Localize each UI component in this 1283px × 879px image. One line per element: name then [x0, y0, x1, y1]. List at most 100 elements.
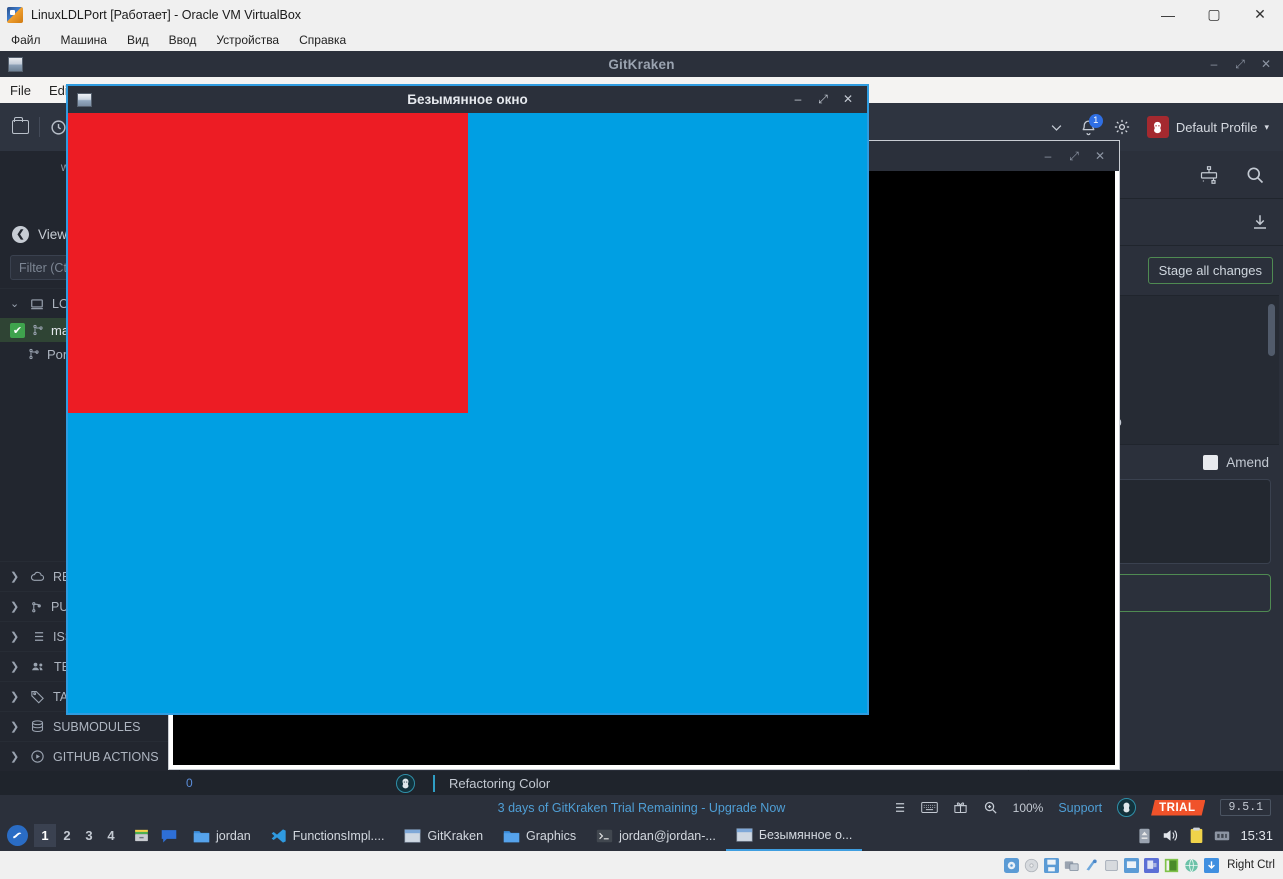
canvas-rectangle — [68, 113, 468, 413]
current-branch-label: Refactoring Color — [449, 775, 551, 791]
trial-badge[interactable]: TRIAL — [1151, 799, 1206, 816]
usb-icon[interactable] — [1143, 857, 1160, 874]
eject-icon[interactable] — [1137, 828, 1152, 844]
terminal-minimize-button[interactable]: – — [1041, 149, 1055, 163]
window-icon — [404, 828, 422, 843]
untitled-titlebar[interactable]: Безымянное окно – ⤢ ✕ — [68, 86, 867, 113]
cd-icon[interactable] — [1023, 857, 1040, 874]
mouse-icon[interactable] — [1163, 857, 1180, 874]
untitled-close-button[interactable]: ✕ — [841, 92, 855, 107]
search-icon[interactable] — [1245, 165, 1265, 185]
gift-icon[interactable] — [953, 800, 968, 815]
chevron-right-icon: ❯ — [10, 571, 20, 583]
virtualbox-titlebar: LinuxLDLPort [Работает] - Oracle VM Virt… — [0, 0, 1283, 29]
messenger-icon[interactable] — [160, 828, 178, 844]
vbox-menu-machine[interactable]: Машина — [58, 32, 110, 48]
gitkraken-titlebar: GitKraken – ⤢ ✕ — [0, 51, 1283, 77]
trial-message[interactable]: 3 days of GitKraken Trial Remaining - Up… — [498, 801, 786, 815]
layout-icon[interactable] — [1197, 164, 1221, 186]
toolbar-divider — [39, 117, 40, 137]
recording-icon[interactable] — [1103, 857, 1120, 874]
vbox-menu-view[interactable]: Вид — [124, 32, 152, 48]
gitkraken-maximize-button[interactable]: ⤢ — [1233, 57, 1247, 72]
chevron-right-icon: ❯ — [10, 601, 20, 613]
chevron-right-icon: ❯ — [10, 661, 20, 673]
untitled-window[interactable]: Безымянное окно – ⤢ ✕ — [66, 84, 869, 715]
gitkraken-menu-file[interactable]: File — [10, 83, 31, 98]
vbox-menu-help[interactable]: Справка — [296, 32, 349, 48]
avatar — [1146, 116, 1169, 138]
view-label: View — [38, 226, 68, 242]
workspace-2[interactable]: 2 — [56, 824, 78, 847]
taskbar-item-untitled[interactable]: Безымянное о... — [725, 820, 863, 851]
sidebar-section-github-actions[interactable]: ❯ GITHUB ACTIONS — [0, 741, 179, 771]
amend-checkbox[interactable] — [1203, 454, 1219, 470]
back-icon[interactable]: ❮ — [12, 225, 29, 243]
statusbar-top: 0 Refactoring Color — [0, 771, 1283, 795]
cloud-icon — [30, 569, 45, 584]
keyboard-icon[interactable] — [920, 801, 938, 814]
folder-icon[interactable] — [12, 117, 29, 134]
kraken-icon — [396, 773, 415, 793]
terminal-close-button[interactable]: ✕ — [1093, 149, 1107, 163]
taskbar-item-graphics[interactable]: Graphics — [493, 820, 586, 851]
floppy-icon[interactable] — [1043, 857, 1060, 874]
virtualbox-close-button[interactable]: ✕ — [1237, 0, 1283, 29]
untitled-maximize-button[interactable]: ⤢ — [816, 92, 830, 107]
globe-icon[interactable] — [1183, 857, 1200, 874]
clipboard-icon[interactable] — [1189, 827, 1204, 844]
bell-icon[interactable]: 1 — [1080, 113, 1103, 136]
support-link[interactable]: Support — [1058, 801, 1102, 815]
download-icon[interactable] — [1251, 213, 1269, 231]
vbox-menu-input[interactable]: Ввод — [166, 32, 200, 48]
gitkraken-close-button[interactable]: ✕ — [1259, 57, 1273, 72]
checkbox-checked-icon[interactable]: ✔ — [10, 322, 25, 338]
hdd-icon[interactable] — [1003, 857, 1020, 874]
profile-label: Default Profile — [1175, 119, 1258, 135]
folder-icon — [503, 829, 520, 843]
shared-folder-icon[interactable] — [1063, 857, 1080, 874]
display-icon[interactable] — [1083, 857, 1100, 874]
taskbar-item-terminal[interactable]: jordan@jordan-... — [586, 820, 726, 851]
profile-menu[interactable]: Default Profile ▾ — [1146, 116, 1269, 138]
zoom-level-label: 100% — [1012, 800, 1044, 815]
list-icon — [30, 629, 45, 644]
vbox-menu-file[interactable]: Файл — [8, 32, 44, 48]
taskbar-item-functionsimpl[interactable]: FunctionsImpl.... — [261, 820, 395, 851]
gear-icon[interactable] — [1113, 118, 1131, 136]
untitled-minimize-button[interactable]: – — [791, 92, 805, 107]
workspace-1[interactable]: 1 — [34, 824, 56, 847]
chevron-down-icon[interactable] — [1049, 120, 1064, 135]
statusbar-bottom: 3 days of GitKraken Trial Remaining - Up… — [0, 795, 1283, 820]
volume-icon[interactable] — [1162, 828, 1179, 843]
branch-label: Por — [47, 346, 68, 362]
archive-icon[interactable] — [133, 827, 150, 844]
network-icon[interactable] — [1214, 828, 1230, 843]
virtualbox-icon — [7, 6, 23, 23]
down-arrow-icon[interactable] — [1203, 857, 1220, 874]
workspace-4[interactable]: 4 — [100, 824, 122, 847]
screen-icon[interactable] — [1123, 857, 1140, 874]
history-icon[interactable] — [50, 119, 67, 136]
stage-all-changes-button[interactable]: Stage all changes — [1147, 257, 1273, 284]
workspace-3[interactable]: 3 — [78, 824, 100, 847]
taskbar-item-jordan[interactable]: jordan — [183, 820, 261, 851]
submodule-icon — [30, 719, 45, 734]
scrollbar-thumb[interactable] — [1268, 304, 1275, 356]
chevron-right-icon: ❯ — [10, 631, 20, 643]
virtualbox-window-buttons: — ▢ ✕ — [1145, 0, 1283, 29]
team-icon — [30, 659, 46, 674]
kraken-status-group: Refactoring Color — [396, 773, 551, 793]
window-icon — [736, 827, 753, 842]
sidebar-section-submodules[interactable]: ❯ SUBMODULES — [0, 711, 179, 741]
vbox-menu-devices[interactable]: Устройства — [213, 32, 282, 48]
zoom-icon[interactable] — [983, 800, 998, 815]
virtualbox-maximize-button[interactable]: ▢ — [1191, 0, 1237, 29]
start-button[interactable] — [0, 820, 34, 851]
terminal-maximize-button[interactable]: ⤢ — [1067, 149, 1081, 164]
list-icon[interactable] — [891, 800, 906, 815]
gitkraken-minimize-button[interactable]: – — [1207, 57, 1221, 72]
taskbar-item-gitkraken[interactable]: GitKraken — [394, 820, 493, 851]
virtualbox-minimize-button[interactable]: — — [1145, 0, 1191, 29]
vscode-icon — [271, 828, 287, 844]
